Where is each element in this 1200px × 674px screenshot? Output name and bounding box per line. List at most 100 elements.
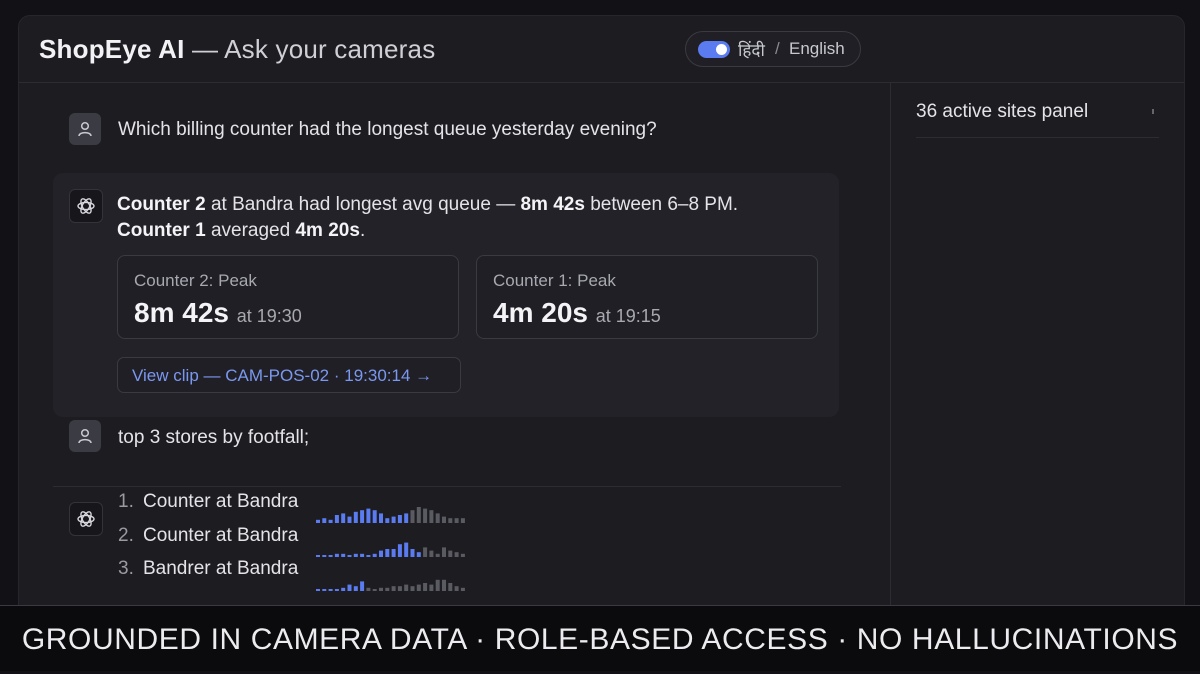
sparkline-bar: [460, 587, 465, 591]
stat-card: Counter 1: Peak 4m 20s at 19:15: [476, 255, 818, 339]
user-icon: [78, 121, 92, 137]
assistant-answer: Counter 2 at Bandra had longest avg queu…: [117, 192, 738, 244]
sparkline-bar: [322, 555, 327, 557]
answer-text: between 6–8 PM.: [584, 194, 739, 215]
sparkline-bar: [454, 586, 459, 591]
sparkline-bar: [385, 518, 390, 523]
sparkline-bar: [360, 581, 365, 591]
view-clip-button[interactable]: View clip — CAM-POS-02 · 19:30:14 →: [117, 357, 461, 393]
sparkline-bar: [435, 579, 440, 591]
sparkline-bar: [353, 511, 358, 523]
assistant-avatar: [69, 189, 103, 223]
lang-english-label: English: [789, 39, 845, 58]
sparkline-bar: [391, 586, 396, 591]
ranking-item: 2. Counter at Bandra: [118, 525, 298, 547]
rank-number: 1.: [118, 491, 134, 512]
divider: [53, 486, 841, 487]
sparkline-bar: [416, 507, 421, 523]
sparkline-bar: [353, 553, 358, 557]
store-name: Bandrer at Bandra: [143, 558, 299, 579]
sparkline-bar: [385, 549, 390, 557]
user-avatar: [69, 113, 101, 145]
sparkline-bar: [429, 510, 434, 523]
sparkline-bar: [341, 553, 346, 557]
sparkline-bar: [397, 544, 402, 557]
sparkline-bar: [423, 508, 428, 523]
sparkline-bar: [454, 552, 459, 557]
user-icon: [78, 428, 92, 444]
sparkline-bar: [360, 553, 365, 557]
sites-panel: 36 active sites panel: [890, 83, 1184, 616]
sparkline-bar: [328, 555, 333, 557]
answer-bold: 4m 20s: [295, 220, 360, 241]
sparkline-bar: [341, 587, 346, 591]
sparkline-bar: [448, 550, 453, 557]
store-name: Counter at Bandra: [143, 525, 299, 546]
sparkline-bar: [334, 553, 339, 557]
sparkline-bar: [460, 518, 465, 523]
sparkline-bar: [347, 516, 352, 523]
sparkline-bar: [423, 547, 428, 557]
lang-hindi-label: हिंदी: [738, 41, 765, 60]
openai-icon: [77, 511, 95, 527]
stat-time: at 19:30: [236, 306, 302, 326]
sparkline-bar: [334, 515, 339, 523]
sparkline-bar: [454, 518, 459, 523]
language-toggle[interactable]: [698, 41, 730, 58]
assistant-avatar: [69, 502, 103, 536]
sparkline-bar: [460, 553, 465, 557]
sparkline-bar: [347, 584, 352, 591]
footfall-sparkline: [316, 542, 465, 557]
sparkline-bar: [316, 519, 320, 523]
language-switch[interactable]: हिंदी / English: [685, 31, 861, 67]
sparkline-bar: [366, 555, 371, 557]
sparkline-bar: [410, 510, 415, 523]
footfall-sparkline: [316, 507, 465, 523]
store-name: Counter at Bandra: [143, 491, 299, 512]
stat-card: Counter 2: Peak 8m 42s at 19:30: [117, 255, 459, 339]
sparkline-bar: [404, 542, 409, 557]
sparkline-bar: [429, 584, 434, 591]
sparkline-bar: [448, 583, 453, 591]
sparkline-bar: [366, 587, 371, 591]
ranking-item: 1. Counter at Bandra: [118, 491, 298, 513]
sparkline-bar: [416, 584, 421, 591]
sparkline-bar: [404, 584, 409, 591]
stat-value-row: 4m 20s at 19:15: [493, 297, 661, 329]
sparkline-bar: [353, 586, 358, 591]
sparkline-bar: [416, 552, 421, 557]
sparkline-bar: [360, 510, 365, 523]
sparkline-bar: [435, 553, 440, 557]
sparkline-bar: [448, 518, 453, 523]
sparkline-bar: [404, 513, 409, 523]
sparkline-bar: [435, 513, 440, 523]
sparkline-bar: [322, 518, 327, 523]
sparkline-bar: [372, 553, 377, 557]
sparkline-bar: [391, 549, 396, 557]
answer-bold: Counter 2: [117, 194, 206, 215]
sparkline-bar: [334, 589, 339, 591]
sparkline-bar: [397, 586, 402, 591]
sparkline-bar: [347, 555, 352, 557]
scroll-indicator[interactable]: [1152, 109, 1154, 114]
sparkline-bar: [410, 586, 415, 591]
sparkline-bar: [397, 515, 402, 523]
sparkline-bar: [442, 579, 446, 591]
sparkline-bar: [372, 589, 377, 591]
sparkline-bar: [423, 583, 428, 591]
tagline-banner: GROUNDED IN CAMERA DATA · ROLE-BASED ACC…: [0, 605, 1200, 671]
footfall-sparkline: [316, 579, 465, 591]
rank-number: 2.: [118, 525, 134, 546]
rank-number: 3.: [118, 558, 134, 579]
sparkline-bar: [391, 516, 396, 523]
sparkline-bar: [442, 516, 446, 523]
stat-value: 4m 20s: [493, 297, 588, 328]
sparkline-bar: [316, 555, 320, 557]
sparkline-bar: [442, 547, 446, 557]
answer-bold: Counter 1: [117, 220, 206, 241]
stat-value: 8m 42s: [134, 297, 229, 328]
sparkline-bar: [341, 513, 346, 523]
user-message: top 3 stores by footfall;: [118, 427, 310, 448]
sparkline-bar: [385, 587, 390, 591]
app-window: ShopEye AI — Ask your cameras हिंदी / En…: [18, 15, 1185, 617]
